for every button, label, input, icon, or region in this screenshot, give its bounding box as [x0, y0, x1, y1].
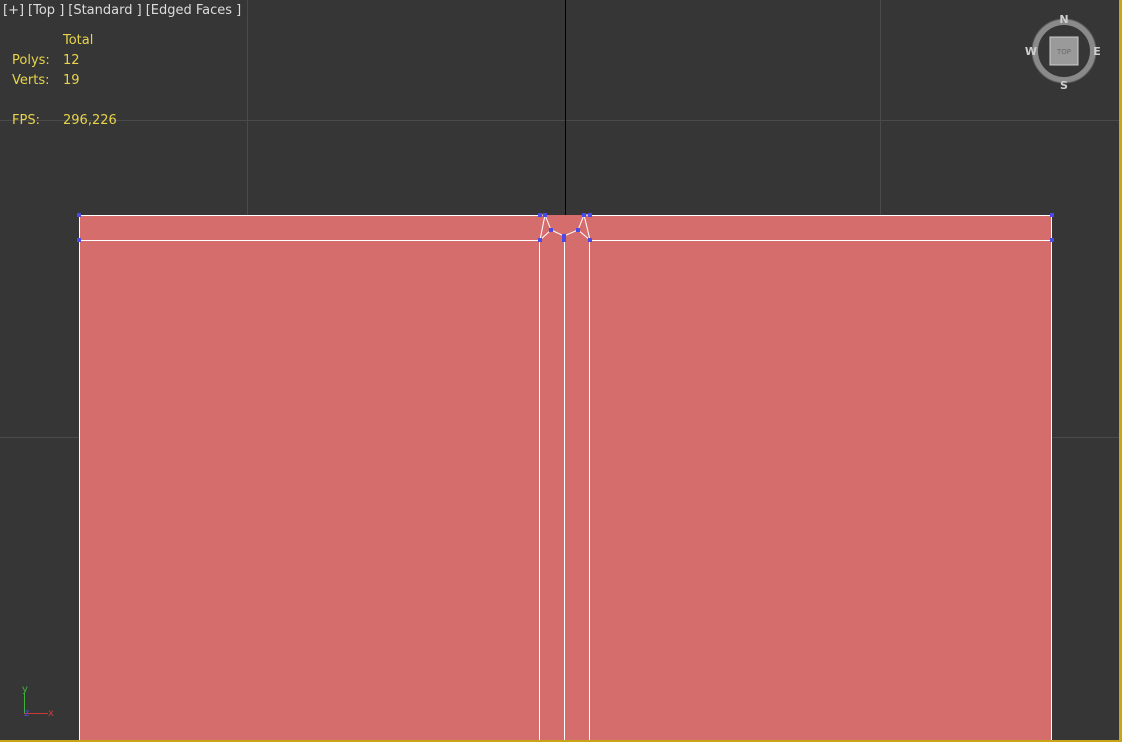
vertex[interactable]: [562, 234, 566, 238]
viewcube-face-label: TOP: [1056, 48, 1071, 56]
viewcube[interactable]: TOP N S E W: [1025, 13, 1101, 92]
viewport-general-menu[interactable]: [+]: [3, 3, 24, 18]
vertex[interactable]: [538, 238, 542, 242]
vertex[interactable]: [576, 228, 580, 232]
fps-label: FPS:: [12, 113, 40, 128]
vertex[interactable]: [588, 238, 592, 242]
axis-y-label: y: [22, 684, 28, 695]
compass-west[interactable]: W: [1025, 45, 1037, 58]
compass-south[interactable]: S: [1060, 79, 1068, 92]
top-viewport[interactable]: TOP N S E W y x z [+] [Top ] [Standard ] [E…: [0, 0, 1122, 742]
axis-tripod: y x z: [22, 684, 54, 719]
stats-header: Total: [63, 33, 94, 48]
vertex[interactable]: [582, 213, 586, 217]
vertex[interactable]: [538, 213, 542, 217]
viewport-shading-menu[interactable]: [Standard ]: [68, 3, 141, 18]
vertex[interactable]: [588, 213, 592, 217]
verts-label: Verts:: [12, 73, 50, 88]
viewport-edges-menu[interactable]: [Edged Faces ]: [146, 3, 242, 18]
compass-east[interactable]: E: [1093, 45, 1101, 58]
polys-label: Polys:: [12, 53, 50, 68]
viewport-scene[interactable]: TOP N S E W y x z: [0, 0, 1122, 742]
vertex[interactable]: [1050, 238, 1054, 242]
vertex[interactable]: [549, 228, 553, 232]
axis-z-label: z: [24, 708, 29, 719]
axis-x-label: x: [48, 708, 54, 719]
vertex[interactable]: [77, 238, 81, 242]
vertex[interactable]: [1050, 213, 1054, 217]
fps-value: 296,226: [63, 113, 117, 128]
vertex[interactable]: [543, 213, 547, 217]
compass-north[interactable]: N: [1059, 13, 1068, 26]
polys-value: 12: [63, 53, 80, 68]
viewport-view-menu[interactable]: [Top ]: [28, 3, 64, 18]
mesh-object[interactable]: [77, 213, 1054, 742]
vertex[interactable]: [562, 238, 566, 242]
verts-value: 19: [63, 73, 80, 88]
viewport-label: [+] [Top ] [Standard ] [Edged Faces ]: [3, 3, 245, 18]
mesh-face[interactable]: [79, 215, 1052, 742]
vertex[interactable]: [77, 213, 81, 217]
